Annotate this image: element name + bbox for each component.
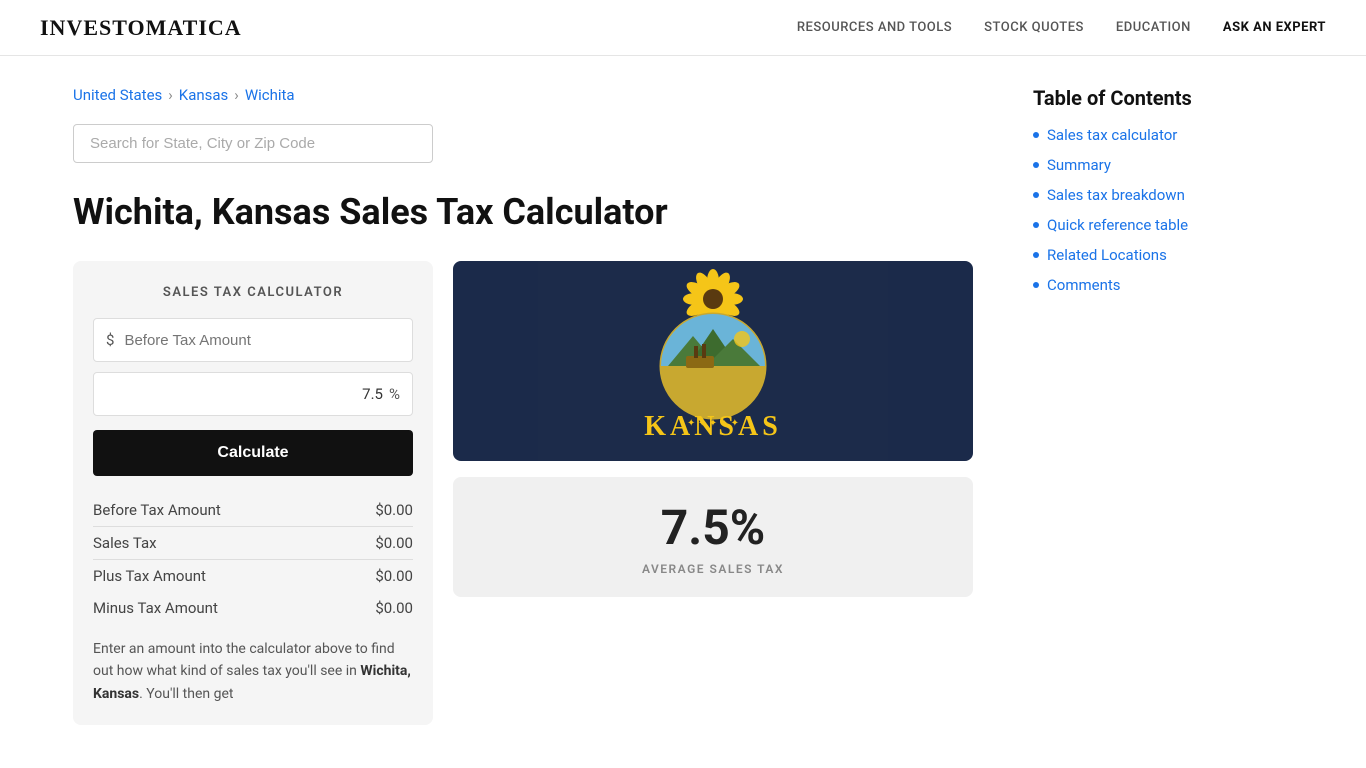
toc-bullet-ref — [1033, 222, 1039, 228]
nav-ask-expert[interactable]: ASK AN EXPERT — [1223, 20, 1326, 35]
toc-link-related[interactable]: Related Locations — [1047, 246, 1167, 264]
amount-input[interactable] — [124, 332, 400, 349]
tax-rate-value: 7.5 — [362, 385, 383, 403]
result-value-before: $0.00 — [375, 501, 413, 519]
breadcrumb-sep1: › — [168, 86, 173, 104]
toc-link-breakdown[interactable]: Sales tax breakdown — [1047, 186, 1185, 204]
dollar-prefix: $ — [106, 331, 114, 349]
result-row-sales-tax: Sales Tax $0.00 — [93, 527, 413, 559]
nav-resources[interactable]: RESOURCES AND TOOLS — [797, 20, 952, 35]
breadcrumb-wichita[interactable]: Wichita — [245, 86, 295, 104]
tax-rate-card-label: AVERAGE SALES TAX — [642, 562, 784, 576]
calc-title: SALES TAX CALCULATOR — [93, 285, 413, 300]
toc-item-ref-table: Quick reference table — [1033, 216, 1293, 234]
toc-bullet-comments — [1033, 282, 1039, 288]
nav-stock-quotes[interactable]: STOCK QUOTES — [984, 20, 1084, 35]
result-value-minus: $0.00 — [375, 599, 413, 617]
toc-bullet-breakdown — [1033, 192, 1039, 198]
calc-flag-grid: SALES TAX CALCULATOR $ 7.5 % Calculate B… — [73, 261, 973, 725]
result-label-plus: Plus Tax Amount — [93, 567, 206, 585]
header: INVESTOMATICA RESOURCES AND TOOLS STOCK … — [0, 0, 1366, 56]
breadcrumb-us[interactable]: United States — [73, 86, 162, 104]
breadcrumb: United States › Kansas › Wichita — [73, 86, 973, 104]
calculator-card: SALES TAX CALCULATOR $ 7.5 % Calculate B… — [73, 261, 433, 725]
tax-rate-card: 7.5% AVERAGE SALES TAX — [453, 477, 973, 597]
toc-item-summary: Summary — [1033, 156, 1293, 174]
toc-item-comments: Comments — [1033, 276, 1293, 294]
toc-item-related: Related Locations — [1033, 246, 1293, 264]
tax-rate-row: 7.5 % — [93, 372, 413, 416]
main-wrapper: United States › Kansas › Wichita Wichita… — [33, 56, 1333, 725]
result-value-tax: $0.00 — [375, 534, 413, 552]
amount-input-row: $ — [93, 318, 413, 362]
flag-column: ✦ ✦ ✦ ✦ ✦ KANSAS 7.5% AVERAGE SALES TAX — [453, 261, 973, 597]
result-row-minus: Minus Tax Amount $0.00 — [93, 592, 413, 624]
state-name-label: KANSAS — [644, 411, 782, 442]
result-label-minus: Minus Tax Amount — [93, 599, 218, 617]
content-area: United States › Kansas › Wichita Wichita… — [73, 56, 1033, 725]
toc-item-calc: Sales tax calculator — [1033, 126, 1293, 144]
breadcrumb-kansas[interactable]: Kansas — [179, 86, 229, 104]
toc-link-calc[interactable]: Sales tax calculator — [1047, 126, 1177, 144]
tax-rate-number: 7.5% — [661, 499, 765, 556]
toc-item-breakdown: Sales tax breakdown — [1033, 186, 1293, 204]
calculate-button[interactable]: Calculate — [93, 430, 413, 476]
breadcrumb-sep2: › — [234, 86, 239, 104]
page-title: Wichita, Kansas Sales Tax Calculator — [73, 191, 973, 233]
kansas-flag-card: ✦ ✦ ✦ ✦ ✦ KANSAS — [453, 261, 973, 461]
search-input[interactable] — [73, 124, 433, 163]
toc-link-comments[interactable]: Comments — [1047, 276, 1121, 294]
result-label-before: Before Tax Amount — [93, 501, 221, 519]
toc-title: Table of Contents — [1033, 86, 1293, 110]
toc-bullet-summary — [1033, 162, 1039, 168]
toc-link-summary[interactable]: Summary — [1047, 156, 1111, 174]
sidebar: Table of Contents Sales tax calculator S… — [1033, 56, 1293, 725]
toc-link-ref[interactable]: Quick reference table — [1047, 216, 1188, 234]
result-row-before-tax: Before Tax Amount $0.00 — [93, 494, 413, 527]
percent-sign: % — [389, 385, 400, 403]
result-row-plus: Plus Tax Amount $0.00 — [93, 559, 413, 592]
logo[interactable]: INVESTOMATICA — [40, 15, 242, 41]
toc-list: Sales tax calculator Summary Sales tax b… — [1033, 126, 1293, 294]
toc-bullet-calc — [1033, 132, 1039, 138]
description-text: Enter an amount into the calculator abov… — [93, 638, 413, 705]
results-table: Before Tax Amount $0.00 Sales Tax $0.00 … — [93, 494, 413, 624]
main-nav: RESOURCES AND TOOLS STOCK QUOTES EDUCATI… — [797, 20, 1326, 35]
nav-education[interactable]: EDUCATION — [1116, 20, 1191, 35]
toc-bullet-related — [1033, 252, 1039, 258]
result-value-plus: $0.00 — [375, 567, 413, 585]
result-label-tax: Sales Tax — [93, 534, 157, 552]
